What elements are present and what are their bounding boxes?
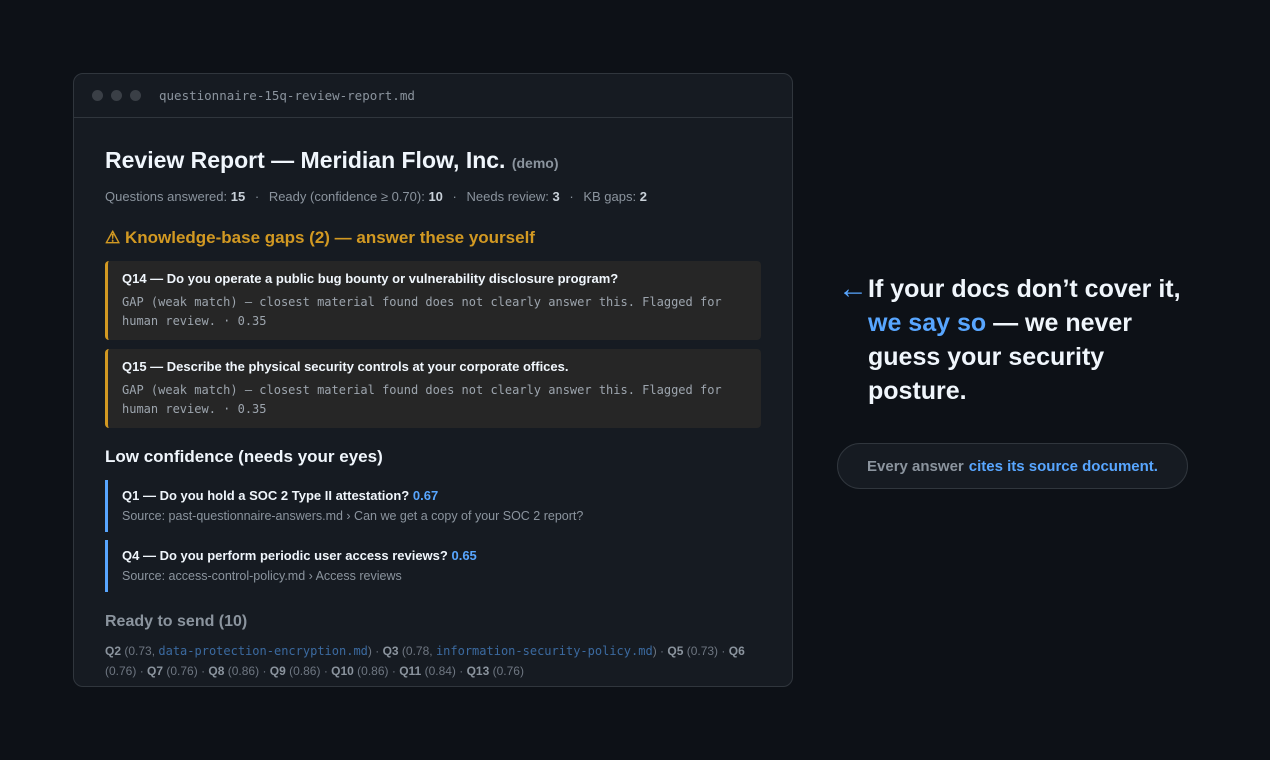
demo-tag: (demo) — [511, 155, 559, 171]
confidence-score: 0.67 — [412, 488, 439, 503]
stat-answered-label: Questions answered: — [105, 189, 228, 204]
ready-separator: · — [259, 664, 270, 678]
report-title: Review Report — Meridian Flow, Inc. (dem… — [105, 146, 761, 177]
ready-separator: · — [455, 664, 467, 678]
stat-separator: · — [569, 189, 574, 204]
gaps-heading: ⚠ Knowledge-base gaps (2) — answer these… — [105, 228, 535, 247]
ready-heading: Ready to send (10) — [105, 613, 248, 630]
ready-item: Q5 (0.73) — [667, 644, 719, 658]
ready-question-id: Q7 — [147, 664, 164, 678]
ready-list: Q2 (0.73, data-protection-encryption.md)… — [105, 641, 761, 681]
window-titlebar: questionnaire-15q-review-report.md — [74, 74, 792, 118]
low-question: Q1 — Do you hold a SOC 2 Type II attesta… — [122, 488, 747, 504]
ready-separator: · — [320, 664, 332, 678]
ready-item: Q9 (0.86) — [269, 664, 321, 678]
low-confidence-heading: Low confidence (needs your eyes) — [105, 447, 383, 466]
ready-question-id: Q11 — [399, 664, 422, 678]
ready-source-file[interactable]: data-protection-encryption.md — [158, 644, 368, 658]
stat-separator: · — [254, 189, 260, 204]
gap-note: GAP (weak match) — closest material foun… — [122, 295, 722, 328]
ready-item: Q10 (0.86) — [331, 664, 389, 678]
window-close-dot[interactable] — [92, 90, 103, 101]
ready-item: Q8 (0.86) — [208, 664, 260, 678]
stat-separator: · — [452, 189, 457, 204]
ready-question-id: Q3 — [382, 644, 399, 658]
ready-separator: · — [197, 664, 209, 678]
window-filename: questionnaire-15q-review-report.md — [159, 88, 415, 103]
ready-item: Q7 (0.76) — [147, 664, 198, 678]
stat-review-label: Needs review: — [466, 189, 549, 204]
ready-separator: · — [718, 644, 729, 658]
ready-item: Q13 (0.76) — [466, 664, 524, 678]
window-minimize-dot[interactable] — [111, 90, 122, 101]
ready-question-id: Q13 — [466, 664, 490, 678]
low-question-text: Q4 — Do you perform periodic user access… — [122, 548, 448, 563]
low-question-text: Q1 — Do you hold a SOC 2 Type II attesta… — [122, 488, 410, 503]
stat-review-value: 3 — [552, 189, 560, 204]
ready-separator: · — [656, 644, 668, 658]
ready-source-file[interactable]: information-security-policy.md — [436, 644, 653, 658]
ready-separator: · — [388, 664, 400, 678]
ready-question-id: Q9 — [269, 664, 286, 678]
callout-accent: we say so — [868, 309, 987, 337]
report-window: questionnaire-15q-review-report.md Revie… — [73, 73, 793, 687]
ready-item: Q3 (0.78, information-security-policy.md… — [382, 644, 657, 658]
source-citation-pill: Every answer cites its source document. — [837, 443, 1188, 489]
low-confidence-item: Q4 — Do you perform periodic user access… — [105, 540, 761, 592]
window-zoom-dot[interactable] — [130, 90, 141, 101]
left-arrow-icon: ← — [838, 272, 868, 305]
callout-text: If your docs don’t cover it, we say so —… — [868, 272, 1208, 408]
pill-accent: cites its source document. — [968, 457, 1158, 475]
ready-item: Q2 (0.73, data-protection-encryption.md) — [105, 644, 372, 658]
ready-question-id: Q2 — [105, 644, 122, 658]
ready-separator: · — [371, 644, 383, 658]
ready-separator: · — [136, 664, 148, 678]
stat-ready-label: Ready (confidence ≥ 0.70): — [268, 189, 425, 204]
low-question: Q4 — Do you perform periodic user access… — [122, 548, 747, 564]
low-confidence-item: Q1 — Do you hold a SOC 2 Type II attesta… — [105, 480, 761, 532]
stat-ready-value: 10 — [428, 189, 443, 204]
ready-question-id: Q8 — [208, 664, 225, 678]
pill-prefix: Every answer — [867, 457, 964, 475]
stat-gaps-value: 2 — [639, 189, 647, 204]
stat-answered-value: 15 — [230, 189, 246, 204]
report-content: Review Report — Meridian Flow, Inc. (dem… — [74, 118, 792, 681]
ready-question-id: Q5 — [667, 644, 684, 658]
confidence-score: 0.65 — [451, 548, 477, 563]
report-title-text: Review Report — Meridian Flow, Inc. — [105, 147, 506, 173]
ready-item: Q11 (0.84) — [399, 664, 456, 678]
gap-question: Q14 — Do you operate a public bug bounty… — [122, 271, 619, 286]
callout-line1: If your docs don’t cover it, — [868, 275, 1181, 303]
low-source: Source: past-questionnaire-answers.md › … — [122, 509, 584, 523]
ready-question-id: Q6 — [728, 644, 745, 658]
gap-note: GAP (weak match) — closest material foun… — [122, 383, 722, 416]
callout: ← If your docs don’t cover it, we say so… — [838, 272, 1208, 408]
gap-card: Q15 — Describe the physical security con… — [105, 349, 761, 428]
report-stats: Questions answered: 15 · Ready (confiden… — [105, 188, 761, 206]
gap-question: Q15 — Describe the physical security con… — [122, 359, 569, 374]
gap-card: Q14 — Do you operate a public bug bounty… — [105, 261, 761, 340]
ready-question-id: Q10 — [331, 664, 354, 678]
stat-gaps-label: KB gaps: — [583, 189, 637, 204]
low-source: Source: access-control-policy.md › Acces… — [122, 569, 402, 583]
